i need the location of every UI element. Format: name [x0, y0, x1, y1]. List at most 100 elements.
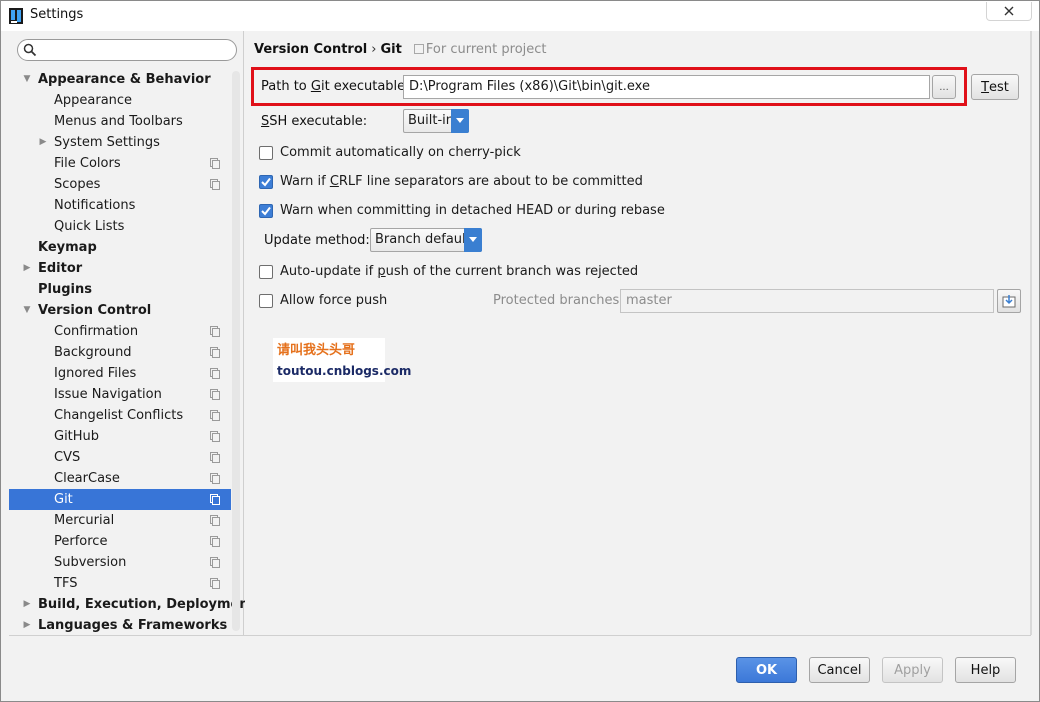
sidebar-item-github[interactable]: GitHub: [9, 426, 231, 447]
search-input[interactable]: [40, 42, 230, 58]
expanded-arrow-icon[interactable]: ▼: [22, 69, 32, 90]
project-level-icon: [210, 494, 220, 505]
crlf-checkbox[interactable]: [259, 175, 273, 189]
sidebar-item-label: GitHub: [54, 429, 100, 444]
sidebar-item-label: Subversion: [54, 555, 127, 570]
project-level-icon: [210, 368, 220, 379]
sidebar-item-label: Notifications: [54, 198, 136, 213]
sidebar-item-scopes[interactable]: Scopes: [9, 174, 231, 195]
sidebar-item-tfs[interactable]: TFS: [9, 573, 231, 594]
sidebar-item-appearance-behavior[interactable]: ▼ Appearance & Behavior: [9, 69, 231, 90]
detached-head-option[interactable]: Warn when committing in detached HEAD or…: [259, 202, 679, 220]
sidebar-item-label: Changelist Conflicts: [54, 408, 184, 423]
update-method-dropdown-arrow[interactable]: [464, 228, 482, 252]
breadcrumb-hint: For current project: [425, 42, 547, 57]
cancel-button[interactable]: Cancel: [809, 657, 870, 683]
checkmark-icon: [261, 177, 271, 187]
ok-button[interactable]: OK: [736, 657, 797, 683]
project-level-icon: [210, 536, 220, 547]
collapsed-arrow-icon[interactable]: ▶: [22, 615, 32, 636]
crlf-label-post: RLF line separators are about to be comm…: [338, 174, 643, 189]
breadcrumb: Version Control › Git For current project: [254, 42, 547, 57]
collapsed-arrow-icon[interactable]: ▶: [22, 594, 32, 615]
sidebar-item-label: Appearance: [54, 93, 133, 108]
force-push-checkbox[interactable]: [259, 294, 273, 308]
sidebar-item-quick-lists[interactable]: Quick Lists: [9, 216, 231, 237]
sidebar-item-label: Confirmation: [54, 324, 139, 339]
window-title: Settings: [30, 7, 84, 22]
sidebar-item-languages-frameworks[interactable]: ▶ Languages & Frameworks: [9, 615, 231, 636]
sidebar-item-label: Scopes: [54, 177, 101, 192]
sidebar-item-git[interactable]: Git: [9, 489, 231, 510]
sidebar-scrollbar[interactable]: [232, 71, 240, 631]
sidebar-item-cvs[interactable]: CVS: [9, 447, 231, 468]
help-button[interactable]: Help: [955, 657, 1016, 683]
sidebar-item-clearcase[interactable]: ClearCase: [9, 468, 231, 489]
sidebar-item-version-control[interactable]: ▼ Version Control: [9, 300, 231, 321]
git-path-label-mnemonic: G: [310, 79, 321, 94]
sidebar-item-label: Version Control: [38, 303, 152, 318]
project-level-icon: [210, 389, 220, 400]
project-level-icon: [210, 179, 220, 190]
browse-button[interactable]: ...: [932, 75, 956, 99]
sidebar-item-changelist-conflicts[interactable]: Changelist Conflicts: [9, 405, 231, 426]
sidebar-item-subversion[interactable]: Subversion: [9, 552, 231, 573]
collapsed-arrow-icon[interactable]: ▶: [22, 258, 32, 279]
update-method-value: Branch default: [375, 232, 471, 247]
sidebar-item-plugins[interactable]: Plugins: [9, 279, 231, 300]
auto-update-label-mnemonic: p: [377, 264, 386, 279]
project-level-icon: [210, 578, 220, 589]
detached-head-checkbox[interactable]: [259, 204, 273, 218]
cherry-pick-label: Commit automatically on cherry-pick: [280, 145, 521, 160]
sidebar-item-notifications[interactable]: Notifications: [9, 195, 231, 216]
sidebar-item-keymap[interactable]: Keymap: [9, 237, 231, 258]
test-button[interactable]: Test: [971, 74, 1019, 100]
expanded-arrow-icon[interactable]: ▼: [22, 300, 32, 321]
protected-branches-browse-button[interactable]: [997, 289, 1021, 313]
ssh-executable-select[interactable]: Built-in: [403, 109, 469, 133]
sidebar-item-file-colors[interactable]: File Colors: [9, 153, 231, 174]
sidebar-item-system-settings[interactable]: ▶ System Settings: [9, 132, 231, 153]
sidebar-item-mercurial[interactable]: Mercurial: [9, 510, 231, 531]
apply-button[interactable]: Apply: [882, 657, 943, 683]
sidebar-item-editor[interactable]: ▶ Editor: [9, 258, 231, 279]
auto-update-checkbox[interactable]: [259, 265, 273, 279]
ssh-dropdown-arrow[interactable]: [451, 109, 469, 133]
git-path-field[interactable]: D:\Program Files (x86)\Git\bin\git.exe: [403, 75, 930, 99]
cherry-pick-checkbox[interactable]: [259, 146, 273, 160]
window-close-button[interactable]: [986, 2, 1032, 21]
crlf-warning-option[interactable]: Warn if CRLF line separators are about t…: [259, 173, 659, 191]
force-push-option[interactable]: Allow force push: [259, 292, 459, 310]
cherry-pick-option[interactable]: Commit automatically on cherry-pick: [259, 144, 659, 162]
protected-branches-field[interactable]: master: [620, 289, 994, 313]
sidebar-item-menus-and-toolbars[interactable]: Menus and Toolbars: [9, 111, 231, 132]
sidebar-item-label: Menus and Toolbars: [54, 114, 183, 129]
sidebar-item-build-execution-deployment[interactable]: ▶ Build, Execution, Deployment: [9, 594, 255, 615]
update-method-label: Update method:: [264, 233, 370, 248]
close-icon: [1004, 6, 1014, 16]
sidebar-item-background[interactable]: Background: [9, 342, 231, 363]
settings-search[interactable]: [17, 39, 237, 61]
sidebar-item-label: Ignored Files: [54, 366, 137, 381]
project-level-icon: [210, 452, 220, 463]
sidebar-item-label: Editor: [38, 261, 83, 276]
sidebar-item-label: Background: [54, 345, 132, 360]
collapsed-arrow-icon[interactable]: ▶: [38, 132, 48, 153]
sidebar-item-perforce[interactable]: Perforce: [9, 531, 231, 552]
project-scope-icon: [413, 44, 424, 54]
sidebar-item-label: Git: [54, 492, 73, 507]
sidebar-item-ignored-files[interactable]: Ignored Files: [9, 363, 231, 384]
sidebar-item-label: ClearCase: [54, 471, 120, 486]
breadcrumb-separator: ›: [371, 42, 377, 57]
project-level-icon: [210, 326, 220, 337]
project-level-icon: [210, 347, 220, 358]
sidebar-item-label: Quick Lists: [54, 219, 125, 234]
sidebar-item-issue-navigation[interactable]: Issue Navigation: [9, 384, 231, 405]
auto-update-option[interactable]: Auto-update if push of the current branc…: [259, 263, 659, 281]
sidebar-item-label: Issue Navigation: [54, 387, 162, 402]
sidebar-item-confirmation[interactable]: Confirmation: [9, 321, 231, 342]
sidebar-item-label: Keymap: [38, 240, 97, 255]
sidebar-item-appearance[interactable]: Appearance: [9, 90, 231, 111]
update-method-select[interactable]: Branch default: [370, 228, 482, 252]
chevron-down-icon: [469, 237, 477, 242]
